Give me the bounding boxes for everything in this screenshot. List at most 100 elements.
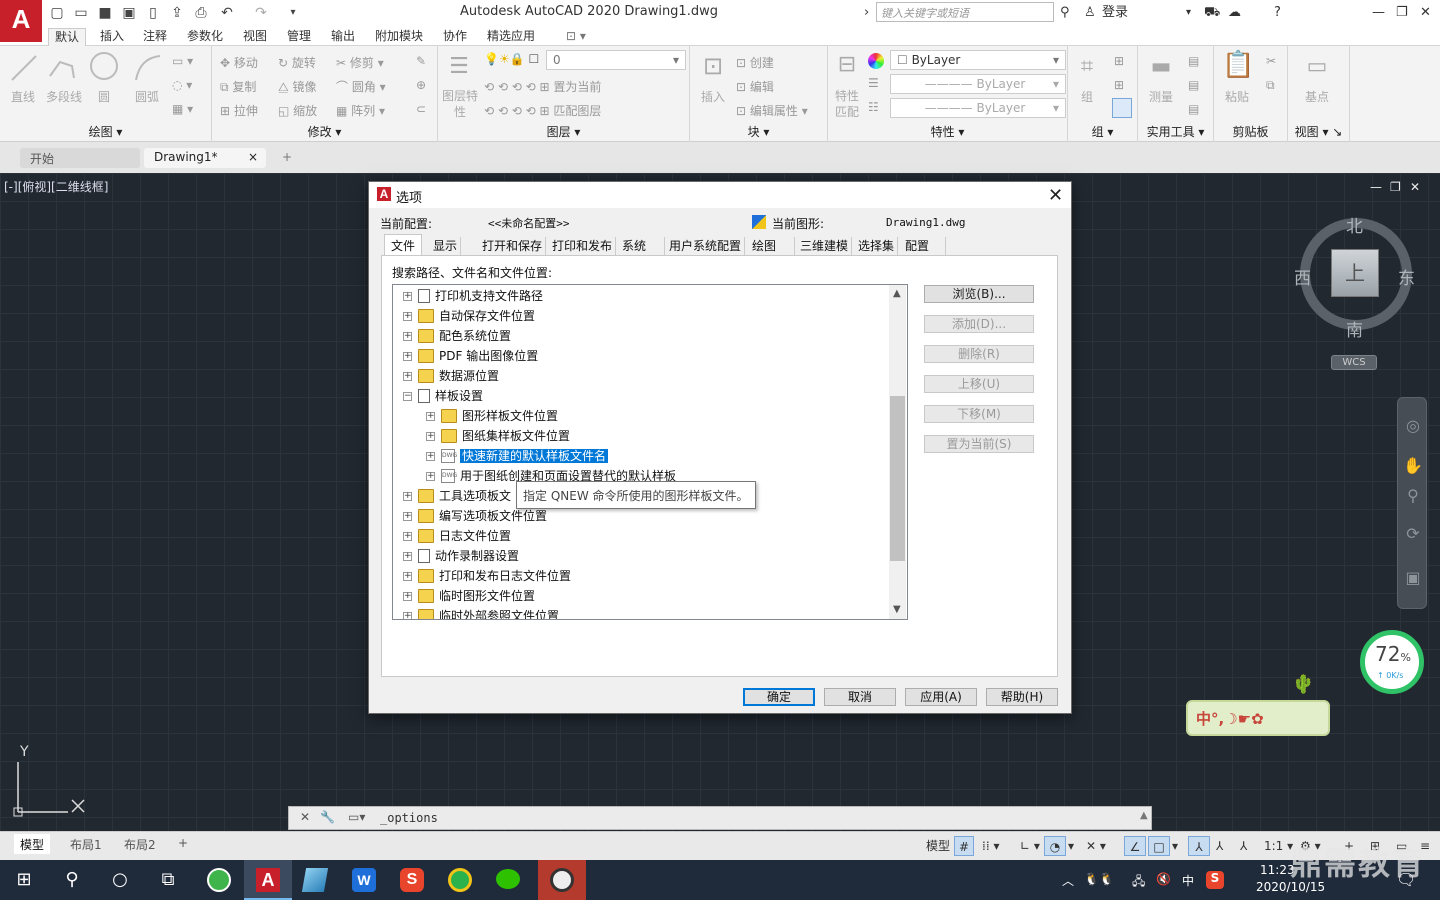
save-icon[interactable]: ■ xyxy=(96,4,114,22)
color-wheel-icon[interactable] xyxy=(868,53,884,69)
help-button[interactable]: 帮助(H) xyxy=(986,688,1058,706)
viewcube-top-face[interactable]: 上 xyxy=(1331,249,1379,297)
autoscale-icon[interactable]: ⅄ xyxy=(1216,836,1223,856)
compass-north[interactable]: 北 xyxy=(1346,212,1363,237)
copy-button[interactable]: ⧉ 复制 xyxy=(220,78,256,95)
tab-model[interactable]: 模型 xyxy=(14,834,51,854)
ime-toolbar-text[interactable]: 中°,☽☛✿ xyxy=(1196,708,1264,729)
dlg-tab-open-save[interactable]: 打开和保存 xyxy=(479,237,547,255)
login-dropdown-icon[interactable]: ▾ xyxy=(1186,3,1191,23)
dialog-title-bar[interactable] xyxy=(369,182,1071,208)
tree-item[interactable]: + 打印机支持文件路径 xyxy=(403,286,543,306)
annotation-scale-value[interactable]: 1:1 ▾ xyxy=(1264,836,1293,856)
linetype-dropdown[interactable]: ———— ByLayer ▾ xyxy=(890,74,1066,94)
tree-item[interactable]: + 打印和发布日志文件位置 xyxy=(403,566,571,586)
save-as-icon[interactable]: ▣ xyxy=(120,4,138,22)
tab-insert[interactable]: 插入 xyxy=(100,28,124,46)
viewport-close-icon[interactable]: ✕ xyxy=(1410,180,1420,194)
tab-output[interactable]: 输出 xyxy=(331,28,355,46)
qq-icon[interactable]: 🐧🐧 xyxy=(1084,872,1114,886)
group-select-icon[interactable] xyxy=(1112,98,1132,118)
tab-layout2[interactable]: 布局2 xyxy=(118,834,162,854)
lineweight-icon[interactable]: ☷ xyxy=(868,100,879,114)
cortana-icon[interactable]: ○ xyxy=(96,860,144,900)
create-block-button[interactable]: ⊡ 创建 xyxy=(736,54,774,71)
add-button[interactable]: 添加(D)... xyxy=(924,315,1034,333)
base-icon[interactable]: ▭ xyxy=(1302,54,1332,79)
circle-icon[interactable] xyxy=(88,50,120,82)
ungroup-icon[interactable]: ⊞ xyxy=(1114,54,1124,68)
model-space-button[interactable]: 模型 xyxy=(926,836,950,856)
move-down-button[interactable]: 下移(M) xyxy=(924,405,1034,423)
dlg-tab-plot-publish[interactable]: 打印和发布 xyxy=(549,237,617,255)
open-web-icon[interactable]: ▯ xyxy=(144,4,162,22)
browser-360-icon[interactable] xyxy=(196,860,244,900)
annotation-visibility-icon[interactable]: ⅄ xyxy=(1188,836,1210,856)
tree-item[interactable]: + 图形样板文件位置 xyxy=(426,406,558,426)
a360-icon[interactable]: ☁ xyxy=(1228,3,1241,23)
dlg-tab-drafting[interactable]: 绘图 xyxy=(749,237,795,255)
steering-wheel-icon[interactable]: ◎ xyxy=(1403,416,1423,436)
game-center-icon[interactable] xyxy=(436,860,484,900)
paste-button[interactable]: 粘贴 xyxy=(1222,88,1252,105)
wps-writer-icon[interactable]: W xyxy=(340,860,388,900)
panel-groups-label[interactable]: 组 ▾ xyxy=(1068,123,1137,140)
tab-featured-apps[interactable]: 精选应用 xyxy=(487,28,535,46)
tab-start[interactable]: 开始 xyxy=(20,148,140,168)
save-web-icon[interactable]: ⇪ xyxy=(168,4,186,22)
close-button[interactable]: ✕ xyxy=(1420,3,1431,23)
compass-east[interactable]: 东 xyxy=(1398,264,1415,289)
app-menu-button[interactable]: A xyxy=(0,0,42,42)
isodraft-icon[interactable]: ✕ ▾ xyxy=(1086,836,1106,856)
edit-block-button[interactable]: ⊡ 编辑 xyxy=(736,78,774,95)
tree-item[interactable]: + 临时外部参照文件位置 xyxy=(403,606,559,619)
cut-icon[interactable]: ✂ xyxy=(1266,54,1276,68)
polyline-button[interactable]: 多段线 xyxy=(42,88,86,105)
undo-icon[interactable]: ↶ xyxy=(218,4,236,22)
help-icon[interactable]: ? xyxy=(1274,3,1281,23)
group-edit-icon[interactable]: ⊞ xyxy=(1114,78,1124,92)
tree-item[interactable]: + 临时图形文件位置 xyxy=(403,586,535,606)
tree-item-selected[interactable]: + DWG 快速新建的默认样板文件名 xyxy=(426,446,609,466)
redo-icon[interactable]: ↷ xyxy=(252,4,270,22)
grid-icon[interactable]: # xyxy=(954,836,974,856)
cmd-close-icon[interactable]: ✕ xyxy=(300,810,310,824)
tree-item[interactable]: + 数据源位置 xyxy=(403,366,499,386)
rectangle-icon[interactable]: ▭ ▾ xyxy=(172,54,193,68)
browse-button[interactable]: 浏览(B)... xyxy=(924,285,1034,303)
panel-clipboard-label[interactable]: 剪贴板 xyxy=(1214,123,1287,140)
measure-button[interactable]: 测量 xyxy=(1146,88,1176,105)
tab-view[interactable]: 视图 xyxy=(243,28,267,46)
taskbar-search-icon[interactable]: ⚲ xyxy=(48,860,96,900)
tree-item[interactable]: + 工具选项板文 xyxy=(403,486,511,506)
color-dropdown[interactable]: ☐ ByLayer ▾ xyxy=(890,50,1066,70)
layer-tools-row1[interactable]: ⟲ ⟲ ⟲ ⟲ ⊞ 置为当前 xyxy=(484,78,601,95)
edit-attributes-button[interactable]: ⊡ 编辑属性 ▾ xyxy=(736,102,808,119)
restore-button[interactable]: ❐ xyxy=(1396,3,1408,23)
new-file-icon[interactable]: ▢ xyxy=(48,4,66,22)
tree-item[interactable]: + 日志文件位置 xyxy=(403,526,511,546)
dialog-close-icon[interactable]: ✕ xyxy=(1048,185,1063,206)
id-point-icon[interactable]: ▤ xyxy=(1188,78,1199,92)
sogou-icon[interactable]: S xyxy=(1206,871,1224,889)
group-icon[interactable]: ⌗ xyxy=(1072,54,1102,79)
set-current-button[interactable]: 置为当前(S) xyxy=(924,435,1034,453)
arc-button[interactable]: 圆弧 xyxy=(130,88,164,105)
remove-button[interactable]: 删除(R) xyxy=(924,345,1034,363)
move-up-button[interactable]: 上移(U) xyxy=(924,375,1034,393)
line-button[interactable]: 直线 xyxy=(6,88,40,105)
panel-properties-label[interactable]: 特性 ▾ xyxy=(828,123,1067,140)
tree-item[interactable]: + 编写选项板文件位置 xyxy=(403,506,547,526)
qat-dropdown-icon[interactable]: ▾ xyxy=(284,4,302,22)
hatch-icon[interactable]: ◌ ▾ xyxy=(172,78,192,92)
cmd-recent-icon[interactable]: ▭▾ xyxy=(348,810,365,824)
open-folder-icon[interactable]: ▭ xyxy=(72,4,90,22)
mirror-button[interactable]: ⧋ 镜像 xyxy=(278,78,317,95)
close-tab-icon[interactable]: × xyxy=(248,150,258,164)
polyline-icon[interactable] xyxy=(46,52,78,84)
polar-icon[interactable]: ◔ xyxy=(1044,836,1066,856)
match-properties-button[interactable]: 特性匹配 xyxy=(830,88,864,120)
panel-utilities-label[interactable]: 实用工具 ▾ xyxy=(1138,123,1213,140)
layer-dropdown[interactable]: 0 ▾ xyxy=(546,50,686,70)
object-snap-tracking-icon[interactable]: ∠ xyxy=(1124,836,1146,856)
